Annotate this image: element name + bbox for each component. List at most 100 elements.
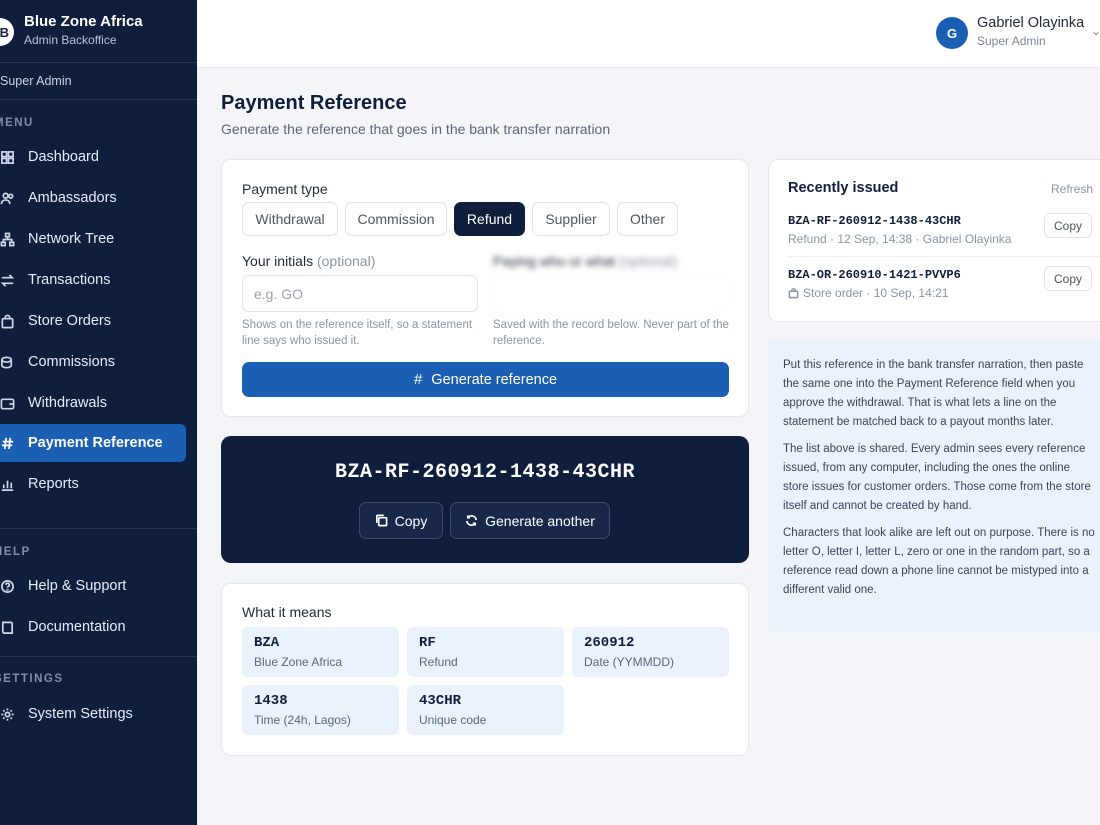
sidebar-item-label: System Settings [28, 706, 133, 722]
gear-icon [0, 705, 18, 723]
sidebar-item-label: Reports [28, 476, 79, 492]
recent-item-meta-text: Refund · 12 Sep, 14:38 · Gabriel Olayink… [788, 232, 1012, 246]
paying-label: Paying who or what (optional) [493, 253, 677, 269]
info-panel: Put this reference in the bank transfer … [768, 340, 1100, 633]
sidebar-divider [0, 528, 197, 529]
sidebar-item-label: Withdrawals [28, 395, 107, 411]
copy-icon [375, 514, 388, 527]
payment-type-label: Payment type [242, 181, 328, 197]
segment-date: 260912 Date (YYMMDD) [572, 627, 729, 677]
segment-time: 1438 Time (24h, Lagos) [242, 685, 399, 735]
sidebar-item-reports[interactable]: Reports [0, 465, 186, 503]
generate-reference-label: Generate reference [431, 371, 558, 388]
coins-icon [0, 353, 18, 371]
recent-item-meta-text: Store order · 10 Sep, 14:21 [803, 286, 949, 300]
recent-item-code: BZA-RF-260912-1438-43CHR [788, 214, 961, 228]
sidebar-item-help-support[interactable]: Help & Support [0, 567, 186, 605]
copy-reference-label: Copy [394, 512, 428, 529]
sidebar-item-network-tree[interactable]: Network Tree [0, 220, 186, 258]
reference-result-card: BZA-RF-260912-1438-43CHR Copy Generate a… [221, 436, 749, 563]
type-chip-supplier[interactable]: Supplier [532, 202, 610, 236]
sidebar-item-payment-reference[interactable]: Payment Reference [0, 424, 186, 462]
sidebar-item-label: Dashboard [28, 149, 99, 165]
hash-icon [0, 434, 18, 452]
refresh-link[interactable]: Refresh [1051, 182, 1093, 196]
segment-code: RF [419, 635, 436, 651]
type-chip-commission[interactable]: Commission [345, 202, 447, 236]
brand-subtitle: Admin Backoffice [24, 33, 117, 47]
type-chip-other[interactable]: Other [617, 202, 678, 236]
bag-icon [0, 312, 18, 330]
segment-desc: Date (YYMMDD) [584, 655, 675, 669]
segment-desc: Blue Zone Africa [254, 655, 343, 669]
sidebar-item-label: Payment Reference [28, 435, 163, 451]
sidebar-item-store-orders[interactable]: Store Orders [0, 302, 186, 340]
sidebar-item-dashboard[interactable]: Dashboard [0, 138, 186, 176]
recent-item-code: BZA-OR-260910-1421-PVVP6 [788, 268, 961, 282]
sidebar-item-withdrawals[interactable]: Withdrawals [0, 384, 186, 422]
page-title: Payment Reference [221, 92, 407, 114]
recent-item-meta: Store order · 10 Sep, 14:21 [788, 286, 948, 300]
user-name[interactable]: Gabriel Olayinka [977, 15, 1084, 31]
wallet-icon [0, 394, 18, 412]
initials-label: Your initials (optional) [242, 253, 375, 269]
avatar[interactable]: G [936, 17, 968, 49]
arrows-icon [0, 271, 18, 289]
sidebar-item-system-settings[interactable]: System Settings [0, 695, 186, 733]
users-icon [0, 189, 18, 207]
meaning-title: What it means [242, 604, 332, 620]
hash-icon: # [413, 371, 423, 388]
sidebar-item-label: Documentation [28, 619, 126, 635]
topbar: G Gabriel Olayinka Super Admin ⌄ [197, 0, 1100, 68]
segment-code: 43CHR [419, 693, 462, 709]
sidebar-role: Super Admin [0, 63, 197, 100]
brand-logo: B [0, 18, 14, 46]
paying-input[interactable] [493, 275, 729, 312]
store-icon [788, 287, 799, 298]
settings-section-label: SETTINGS [0, 673, 64, 685]
segment-code: BZA [254, 635, 280, 651]
recent-copy-button[interactable]: Copy [1044, 213, 1092, 238]
type-chip-withdrawal[interactable]: Withdrawal [242, 202, 338, 236]
sidebar-item-label: Transactions [28, 272, 111, 288]
sidebar-item-ambassadors[interactable]: Ambassadors [0, 179, 186, 217]
paying-hint: Saved with the record below. Never part … [493, 319, 729, 347]
user-role: Super Admin [977, 34, 1046, 48]
initials-label-text: Your initials [242, 253, 314, 269]
menu-section-label: MENU [0, 117, 34, 129]
help-circle-icon [0, 577, 18, 595]
segment-unique-code: 43CHR Unique code [407, 685, 564, 735]
info-paragraph: Characters that look alike are left out … [783, 527, 1095, 596]
recent-item-meta: Refund · 12 Sep, 14:38 · Gabriel Olayink… [788, 232, 1011, 246]
sidebar-divider [0, 656, 197, 657]
type-chip-refund[interactable]: Refund [454, 202, 525, 236]
sidebar: B Blue Zone Africa Admin Backoffice Supe… [0, 0, 197, 825]
chevron-down-icon[interactable]: ⌄ [1091, 24, 1100, 38]
info-paragraph: Put this reference in the bank transfer … [783, 359, 1084, 428]
sidebar-item-commissions[interactable]: Commissions [0, 343, 186, 381]
segment-code: 260912 [584, 635, 635, 651]
sidebar-item-label: Store Orders [28, 313, 111, 329]
generate-another-button[interactable]: Generate another [450, 502, 610, 539]
segment-brand: BZA Blue Zone Africa [242, 627, 399, 677]
initials-input[interactable] [242, 275, 478, 312]
recently-issued-card: Recently issued Refresh BZA-RF-260912-14… [768, 159, 1100, 322]
sidebar-item-label: Ambassadors [28, 190, 117, 206]
generate-another-label: Generate another [485, 512, 595, 529]
generate-reference-button[interactable]: # Generate reference [242, 362, 729, 397]
sidebar-item-transactions[interactable]: Transactions [0, 261, 186, 299]
sidebar-item-documentation[interactable]: Documentation [0, 608, 186, 646]
recently-issued-title: Recently issued [788, 180, 899, 196]
segment-type: RF Refund [407, 627, 564, 677]
recent-copy-button[interactable]: Copy [1044, 266, 1092, 291]
page-subtitle: Generate the reference that goes in the … [221, 121, 611, 137]
generator-card: Payment type Withdrawal Commission Refun… [221, 159, 749, 417]
tree-icon [0, 230, 18, 248]
segment-desc: Refund [419, 655, 458, 669]
copy-reference-button[interactable]: Copy [359, 502, 443, 539]
generated-reference-code: BZA-RF-260912-1438-43CHR [334, 461, 636, 484]
initials-hint: Shows on the reference itself, so a stat… [242, 319, 473, 347]
sidebar-item-label: Commissions [28, 354, 116, 370]
sidebar-item-label: Network Tree [28, 231, 115, 247]
segment-code: 1438 [254, 693, 288, 709]
